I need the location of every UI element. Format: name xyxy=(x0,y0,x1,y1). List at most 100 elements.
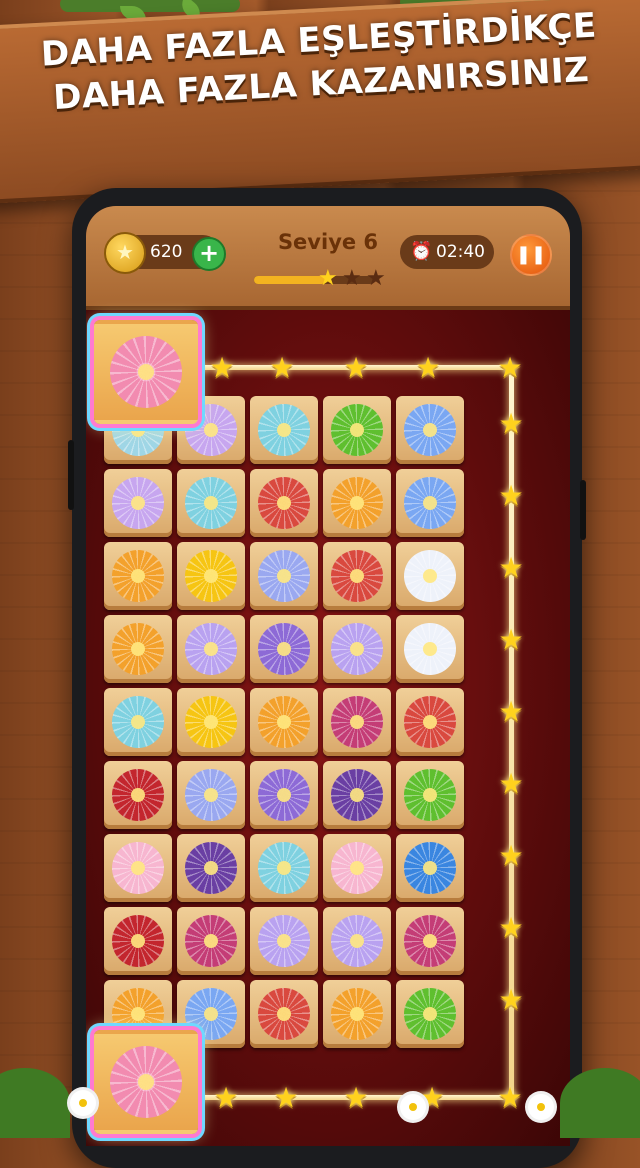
red-flower-icon xyxy=(404,696,456,748)
flower-tile[interactable] xyxy=(104,615,172,683)
teal-flower-icon xyxy=(112,696,164,748)
path-star-icon: ★ xyxy=(269,351,295,384)
progress-star-icon: ★ xyxy=(342,266,362,291)
daisy-icon xyxy=(400,1094,426,1120)
teal-flower-icon xyxy=(258,842,310,894)
flower-tile[interactable] xyxy=(396,615,464,683)
pause-button[interactable]: ❚❚ xyxy=(510,234,552,276)
path-star-icon: ★ xyxy=(498,479,524,512)
flower-tile[interactable] xyxy=(396,396,464,464)
flower-tile[interactable] xyxy=(323,907,391,975)
magenta-flower-icon xyxy=(404,915,456,967)
flower-tile[interactable] xyxy=(250,396,318,464)
lilac-flower-icon xyxy=(331,623,383,675)
path-star-icon: ★ xyxy=(213,1081,239,1114)
path-star-icon: ★ xyxy=(343,1081,369,1114)
flower-tile[interactable] xyxy=(323,761,391,829)
orange-flower-icon xyxy=(112,623,164,675)
flower-tile[interactable] xyxy=(104,688,172,756)
purple-flower-icon xyxy=(258,769,310,821)
phone-side-button xyxy=(580,480,586,540)
flower-tile[interactable] xyxy=(250,469,318,537)
darkpurple-flower-icon xyxy=(331,769,383,821)
red-flower-icon xyxy=(258,988,310,1040)
flower-tile[interactable] xyxy=(250,615,318,683)
flower-tile[interactable] xyxy=(323,980,391,1048)
path-star-icon: ★ xyxy=(498,767,524,800)
path-star-icon: ★ xyxy=(498,695,524,728)
path-star-icon: ★ xyxy=(498,839,524,872)
daisy-icon xyxy=(528,1094,554,1120)
pink-flower-icon xyxy=(110,336,182,408)
flower-tile[interactable] xyxy=(177,761,245,829)
grass-decoration xyxy=(560,1068,640,1138)
progress-star-icon: ★ xyxy=(366,266,386,291)
path-star-icon: ★ xyxy=(498,551,524,584)
flower-tile[interactable] xyxy=(250,542,318,610)
darkpurple-flower-icon xyxy=(185,842,237,894)
flower-tile[interactable] xyxy=(396,980,464,1048)
alarm-clock-icon: ⏰ xyxy=(410,241,433,262)
teal-flower-icon xyxy=(185,477,237,529)
flower-tile[interactable] xyxy=(396,761,464,829)
flower-tile[interactable] xyxy=(104,469,172,537)
flower-tile[interactable] xyxy=(250,980,318,1048)
green-flower-icon xyxy=(404,988,456,1040)
magenta-flower-icon xyxy=(185,915,237,967)
rosepink-flower-icon xyxy=(331,842,383,894)
path-star-icon: ★ xyxy=(343,351,369,384)
flower-tile[interactable] xyxy=(323,688,391,756)
white-flower-icon xyxy=(404,550,456,602)
lilac-flower-icon xyxy=(258,915,310,967)
flower-tile[interactable] xyxy=(104,907,172,975)
timer-value: 02:40 xyxy=(436,242,485,262)
flower-tile[interactable] xyxy=(177,615,245,683)
flower-tile[interactable] xyxy=(177,469,245,537)
periwinkle-flower-icon xyxy=(258,550,310,602)
flower-tile[interactable] xyxy=(323,834,391,902)
flower-tile[interactable] xyxy=(396,688,464,756)
flower-tile[interactable] xyxy=(250,761,318,829)
crimson-flower-icon xyxy=(112,915,164,967)
selected-flower-tile[interactable] xyxy=(94,320,198,424)
flower-tile[interactable] xyxy=(396,907,464,975)
path-star-icon: ★ xyxy=(209,351,235,384)
flower-tile[interactable] xyxy=(250,834,318,902)
magenta-flower-icon xyxy=(331,696,383,748)
daisy-icon xyxy=(70,1090,96,1116)
orange-flower-icon xyxy=(331,477,383,529)
lilac-flower-icon xyxy=(185,623,237,675)
path-star-icon: ★ xyxy=(415,351,441,384)
green-flower-icon xyxy=(331,404,383,456)
flower-tile[interactable] xyxy=(323,396,391,464)
level-progress-fill xyxy=(254,276,326,284)
timer: ⏰ 02:40 xyxy=(400,235,494,269)
path-star-icon: ★ xyxy=(498,911,524,944)
flower-tile[interactable] xyxy=(323,469,391,537)
yellow-flower-icon xyxy=(185,696,237,748)
crimson-flower-icon xyxy=(112,769,164,821)
flower-tile[interactable] xyxy=(177,834,245,902)
level-title: Seviye 6 xyxy=(277,230,379,254)
path-star-icon: ★ xyxy=(273,1081,299,1114)
flower-tile[interactable] xyxy=(177,907,245,975)
flower-tile[interactable] xyxy=(177,688,245,756)
flower-tile[interactable] xyxy=(250,688,318,756)
flower-tile[interactable] xyxy=(396,542,464,610)
teal-flower-icon xyxy=(258,404,310,456)
blue-flower-icon xyxy=(404,477,456,529)
flower-tile[interactable] xyxy=(323,615,391,683)
path-star-icon: ★ xyxy=(497,1081,523,1114)
flower-tile[interactable] xyxy=(104,834,172,902)
flower-tile[interactable] xyxy=(250,907,318,975)
flower-tile[interactable] xyxy=(396,469,464,537)
flower-tile[interactable] xyxy=(396,834,464,902)
flower-tile[interactable] xyxy=(177,542,245,610)
path-star-icon: ★ xyxy=(498,407,524,440)
selected-flower-tile[interactable] xyxy=(94,1030,198,1134)
flower-tile[interactable] xyxy=(104,761,172,829)
red-flower-icon xyxy=(258,477,310,529)
flower-tile[interactable] xyxy=(104,542,172,610)
flower-tile[interactable] xyxy=(323,542,391,610)
pink-flower-icon xyxy=(110,1046,182,1118)
